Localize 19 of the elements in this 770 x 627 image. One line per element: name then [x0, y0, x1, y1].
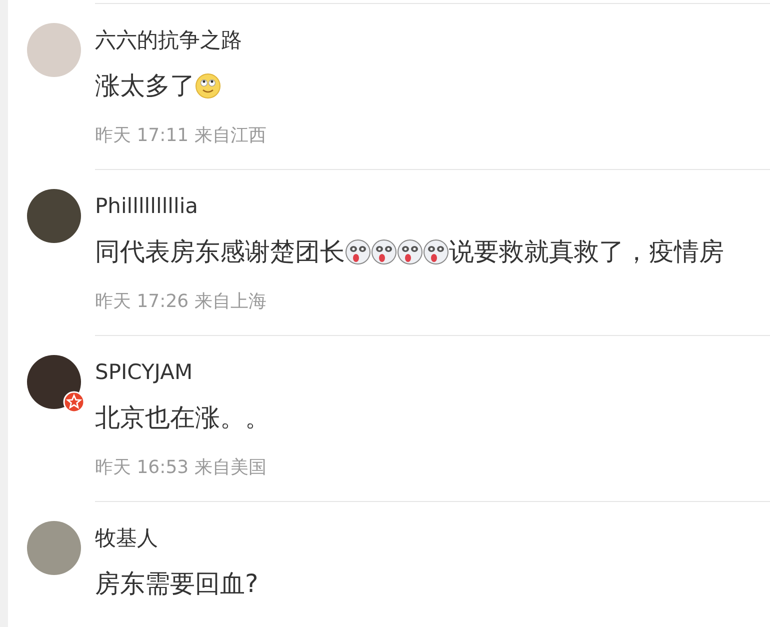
user-name[interactable]: 六六的抗争之路 — [95, 25, 266, 55]
comment-meta: 昨天 17:11 来自江西 — [95, 124, 266, 148]
tongue-face-icon — [371, 239, 397, 265]
comment-text: 涨太多了 — [95, 70, 195, 102]
comment-text: 同代表房东感谢楚团长 — [95, 236, 345, 268]
user-name[interactable]: SPICYJAM — [95, 357, 270, 387]
comment-meta: 昨天 16:53 来自美国 — [95, 456, 268, 480]
avatar[interactable] — [27, 189, 81, 243]
comment-text: 北京也在涨。。 — [95, 402, 270, 434]
tongue-face-icon — [397, 239, 423, 265]
comment-text: 房东需要回血? — [95, 568, 258, 600]
tongue-face-icon — [423, 239, 449, 265]
tongue-face-icon — [345, 239, 371, 265]
comment-text: 说要救就真救了，疫情房 — [449, 236, 724, 268]
user-name[interactable]: Philllllllllia — [95, 191, 724, 221]
smiley-face-icon — [195, 73, 221, 99]
avatar[interactable] — [27, 355, 81, 409]
comment-meta: 昨天 17:26 来自上海 — [95, 290, 268, 314]
user-name[interactable]: 牧基人 — [95, 523, 258, 553]
